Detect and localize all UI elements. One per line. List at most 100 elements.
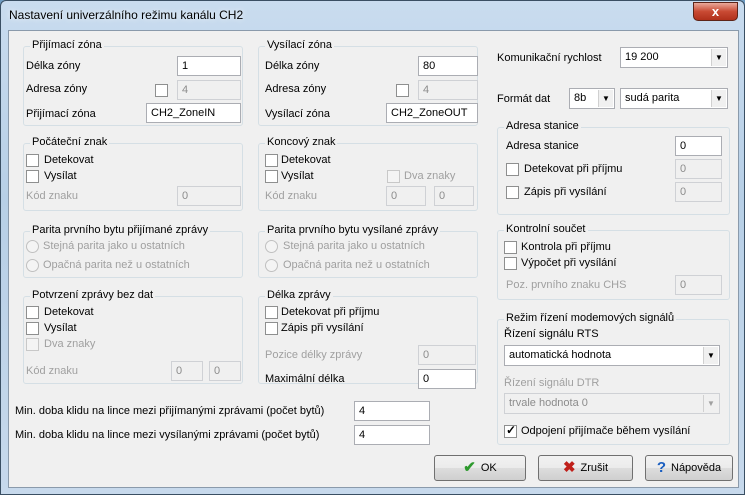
station-detect-checkbox[interactable] [506, 163, 519, 176]
checksum-pos-input[interactable]: 0 [675, 275, 722, 295]
checksum-pos-label: Poz. prvního znaku CHS [506, 279, 627, 291]
bits-value: 8b [574, 92, 587, 104]
cross-icon: ✖ [562, 459, 576, 476]
chevron-down-icon: ▼ [711, 90, 726, 107]
chevron-down-icon: ▼ [711, 49, 726, 66]
close-button[interactable]: x [693, 2, 738, 21]
checksum-calc-label: Výpočet při vysílání [521, 257, 617, 269]
checkmark-icon: ✔ [463, 459, 476, 476]
tx-address-input[interactable]: 4 [418, 80, 478, 100]
rx-address-checkbox[interactable] [155, 84, 168, 97]
window-title: Nastavení univerzálního režimu kanálu CH… [9, 8, 244, 22]
end-code2-input[interactable]: 0 [434, 186, 474, 206]
end-code1-input[interactable]: 0 [386, 186, 426, 206]
msg-len-detect-label: Detekovat při příjmu [281, 306, 380, 318]
ack-send-label: Vysílat [44, 322, 77, 334]
chevron-down-icon: ▼ [703, 347, 718, 364]
bits-select[interactable]: 8b ▼ [569, 88, 615, 109]
tx-parity-opposite-radio[interactable] [265, 259, 278, 272]
checksum-calc-checkbox[interactable] [504, 257, 517, 270]
help-icon: ? [656, 459, 666, 476]
start-detect-checkbox[interactable] [26, 154, 39, 167]
end-detect-label: Detekovat [281, 154, 331, 166]
station-address-input[interactable]: 0 [675, 136, 722, 156]
msg-len-max-input[interactable]: 0 [418, 369, 476, 389]
tx-parity-same-radio[interactable] [265, 240, 278, 253]
end-two-chars-checkbox[interactable] [387, 170, 400, 183]
rx-length-label: Délka zóny [26, 60, 81, 72]
help-button[interactable]: ? Nápověda [645, 455, 733, 481]
station-detect-input[interactable]: 0 [675, 159, 722, 179]
checksum-check-label: Kontrola při příjmu [521, 241, 611, 253]
rts-select[interactable]: automatická hodnota ▼ [504, 345, 720, 366]
ok-label: OK [480, 462, 497, 474]
ack-code2-input[interactable]: 0 [209, 361, 241, 381]
idle-rx-input[interactable]: 4 [354, 401, 430, 421]
tx-length-input[interactable]: 80 [418, 56, 478, 76]
checksum-check-checkbox[interactable] [504, 241, 517, 254]
ack-detect-checkbox[interactable] [26, 306, 39, 319]
tx-length-label: Délka zóny [265, 60, 320, 72]
end-char-legend: Koncový znak [265, 136, 338, 148]
station-write-input[interactable]: 0 [675, 182, 722, 202]
start-char-legend: Počáteční znak [30, 136, 110, 148]
help-label: Nápověda [671, 462, 722, 474]
idle-tx-input[interactable]: 4 [354, 425, 430, 445]
ack-code1-input[interactable]: 0 [171, 361, 203, 381]
modem-legend: Režim řízení modemových signálů [504, 312, 677, 324]
end-send-label: Vysílat [281, 170, 314, 182]
msg-len-pos-input[interactable]: 0 [418, 345, 476, 365]
rx-address-label: Adresa zóny [26, 83, 88, 95]
ack-two-chars-label: Dva znaky [44, 338, 96, 350]
station-legend: Adresa stanice [504, 120, 581, 132]
msg-len-max-label: Maximální délka [265, 373, 345, 385]
rx-parity-same-label: Stejná parita jako u ostatních [43, 240, 185, 252]
tx-zone-label: Vysílací zóna [265, 108, 331, 120]
rx-length-input[interactable]: 1 [177, 56, 241, 76]
rx-zone-label: Přijímací zóna [26, 108, 96, 120]
speed-select[interactable]: 19 200 ▼ [620, 47, 728, 68]
rx-parity-legend: Parita prvního bytu přijímané zprávy [30, 224, 211, 236]
format-label: Formát dat [497, 93, 551, 105]
start-code-input[interactable]: 0 [177, 186, 241, 206]
tx-parity-legend: Parita prvního bytu vysílané zprávy [265, 224, 441, 236]
tx-address-checkbox[interactable] [396, 84, 409, 97]
parity-select[interactable]: sudá parita ▼ [620, 88, 728, 109]
station-write-label: Zápis při vysílání [524, 186, 607, 198]
dtr-select[interactable]: trvale hodnota 0 ▼ [504, 393, 720, 414]
check-icon: ✓ [506, 423, 517, 437]
rx-parity-opposite-radio[interactable] [26, 259, 39, 272]
rx-zone-legend: Přijímací zóna [30, 39, 104, 51]
rts-label: Řízení signálu RTS [504, 328, 599, 340]
msg-len-detect-checkbox[interactable] [265, 306, 278, 319]
ack-send-checkbox[interactable] [26, 322, 39, 335]
end-send-checkbox[interactable] [265, 170, 278, 183]
disconnect-checkbox[interactable]: ✓ [504, 423, 517, 438]
idle-rx-label: Min. doba klidu na lince mezi přijímaným… [15, 405, 325, 417]
rx-parity-opposite-label: Opačná parita než u ostatních [43, 259, 190, 271]
dialog-window: Nastavení univerzálního režimu kanálu CH… [0, 0, 745, 495]
rx-zone-input[interactable]: CH2_ZoneIN [146, 103, 241, 123]
ack-code-label: Kód znaku [26, 365, 78, 377]
station-write-checkbox[interactable] [506, 186, 519, 199]
tx-zone-legend: Vysílací zóna [265, 39, 335, 51]
chevron-down-icon: ▼ [703, 395, 718, 412]
start-send-checkbox[interactable] [26, 170, 39, 183]
rx-address-input[interactable]: 4 [177, 80, 241, 100]
station-address-label: Adresa stanice [506, 140, 579, 152]
ack-two-chars-checkbox[interactable] [26, 338, 39, 351]
disconnect-label: Odpojení přijímače během vysílání [521, 425, 691, 437]
cancel-button[interactable]: ✖ Zrušit [538, 455, 633, 481]
speed-label: Komunikační rychlost [497, 52, 602, 64]
station-detect-label: Detekovat při příjmu [524, 163, 623, 175]
msg-len-write-checkbox[interactable] [265, 322, 278, 335]
rx-parity-same-radio[interactable] [26, 240, 39, 253]
dtr-label: Řízení signálu DTR [504, 377, 600, 389]
end-two-chars-label: Dva znaky [404, 170, 456, 182]
ok-button[interactable]: ✔ OK [434, 455, 526, 481]
cancel-label: Zrušit [580, 462, 609, 474]
tx-zone-input[interactable]: CH2_ZoneOUT [386, 103, 478, 123]
start-code-label: Kód znaku [26, 190, 78, 202]
parity-value: sudá parita [625, 92, 680, 104]
end-detect-checkbox[interactable] [265, 154, 278, 167]
